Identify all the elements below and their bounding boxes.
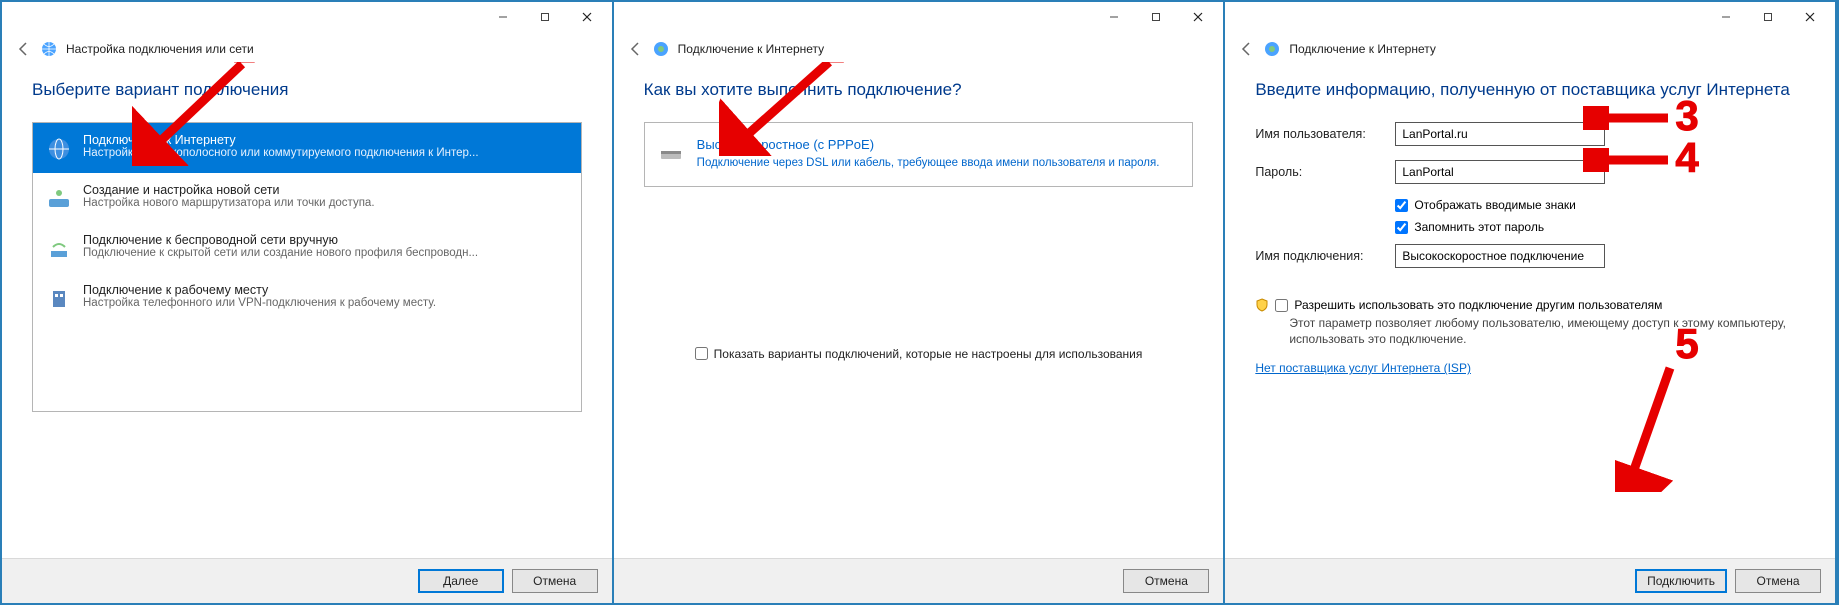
router-icon	[45, 185, 73, 213]
annotation-arrow-5	[1615, 362, 1685, 492]
option-desc: Настройка широкополосного или коммутируе…	[83, 147, 569, 159]
internet-icon	[652, 40, 670, 58]
password-input[interactable]	[1395, 160, 1605, 184]
wizard-footer: Подключить Отмена	[1225, 558, 1835, 603]
option-new-network[interactable]: Создание и настройка новой сети Настройк…	[33, 173, 581, 223]
minimize-button[interactable]	[482, 4, 524, 30]
option-workplace[interactable]: Подключение к рабочему месту Настройка т…	[33, 273, 581, 323]
building-icon	[45, 285, 73, 313]
window-network-setup: Настройка подключения или сети Выберите …	[2, 2, 614, 603]
window-connect-internet: Подключение к Интернету Как вы хотите вы…	[614, 2, 1226, 603]
close-button[interactable]	[1177, 4, 1219, 30]
option-desc: Настройка телефонного или VPN-подключени…	[83, 297, 569, 309]
connection-options-list: Подключение к Интернету Настройка широко…	[32, 122, 582, 412]
annotation-number-2: 2	[822, 62, 845, 72]
maximize-button[interactable]	[1135, 4, 1177, 30]
option-title: Подключение к беспроводной сети вручную	[83, 233, 569, 247]
allow-others-label: Разрешить использовать это подключение д…	[1294, 298, 1662, 312]
titlebar	[614, 2, 1224, 32]
allow-others-desc: Этот параметр позволяет любому пользоват…	[1289, 315, 1805, 347]
wizard-title: Подключение к Интернету	[1289, 42, 1436, 56]
close-button[interactable]	[566, 4, 608, 30]
show-chars-checkbox[interactable]	[1395, 199, 1408, 212]
wizard-header: Подключение к Интернету	[1225, 32, 1835, 62]
maximize-button[interactable]	[524, 4, 566, 30]
page-heading: Выберите вариант подключения	[32, 80, 582, 100]
allow-others-checkbox[interactable]	[1275, 299, 1288, 312]
option-pppoe[interactable]: Высокоскоростное (с PPPoE) Подключение ч…	[644, 122, 1194, 187]
pppoe-desc: Подключение через DSL или кабель, требую…	[697, 156, 1160, 172]
pppoe-title: Высокоскоростное (с PPPoE)	[697, 137, 1160, 152]
window-isp-credentials: Подключение к Интернету Введите информац…	[1225, 2, 1837, 603]
wizard-title: Настройка подключения или сети	[66, 42, 254, 56]
no-isp-link[interactable]: Нет поставщика услуг Интернета (ISP)	[1255, 361, 1471, 375]
option-title: Подключение к Интернету	[83, 133, 569, 147]
modem-icon	[657, 139, 685, 167]
wifi-icon	[45, 235, 73, 263]
connection-name-label: Имя подключения:	[1255, 249, 1395, 263]
connect-button[interactable]: Подключить	[1635, 569, 1727, 593]
remember-password-checkbox[interactable]	[1395, 221, 1408, 234]
wizard-footer: Отмена	[614, 558, 1224, 603]
page-heading: Введите информацию, полученную от постав…	[1255, 80, 1805, 100]
remember-password-label: Запомнить этот пароль	[1414, 220, 1544, 234]
wizard-header: Настройка подключения или сети	[2, 32, 612, 62]
cancel-button[interactable]: Отмена	[1123, 569, 1209, 593]
wizard-footer: Далее Отмена	[2, 558, 612, 603]
option-title: Подключение к рабочему месту	[83, 283, 569, 297]
option-title: Создание и настройка новой сети	[83, 183, 569, 197]
option-desc: Настройка нового маршрутизатора или точк…	[83, 197, 569, 209]
back-icon[interactable]	[1239, 41, 1255, 57]
show-unconfigured-label: Показать варианты подключений, которые н…	[714, 347, 1143, 361]
username-label: Имя пользователя:	[1255, 127, 1395, 141]
globe-icon	[45, 135, 73, 163]
option-wireless-manual[interactable]: Подключение к беспроводной сети вручную …	[33, 223, 581, 273]
maximize-button[interactable]	[1747, 4, 1789, 30]
minimize-button[interactable]	[1705, 4, 1747, 30]
username-input[interactable]	[1395, 122, 1605, 146]
minimize-button[interactable]	[1093, 4, 1135, 30]
show-unconfigured-checkbox[interactable]	[695, 347, 708, 360]
cancel-button[interactable]: Отмена	[1735, 569, 1821, 593]
option-desc: Подключение к скрытой сети или создание …	[83, 247, 569, 259]
internet-icon	[1263, 40, 1281, 58]
connection-name-input[interactable]	[1395, 244, 1605, 268]
back-icon[interactable]	[628, 41, 644, 57]
titlebar	[2, 2, 612, 32]
wizard-header: Подключение к Интернету	[614, 32, 1224, 62]
wizard-title: Подключение к Интернету	[678, 42, 825, 56]
titlebar	[1225, 2, 1835, 32]
show-chars-label: Отображать вводимые знаки	[1414, 198, 1575, 212]
close-button[interactable]	[1789, 4, 1831, 30]
back-icon[interactable]	[16, 41, 32, 57]
password-label: Пароль:	[1255, 165, 1395, 179]
cancel-button[interactable]: Отмена	[512, 569, 598, 593]
page-heading: Как вы хотите выполнить подключение?	[644, 80, 1194, 100]
next-button[interactable]: Далее	[418, 569, 504, 593]
option-internet-connection[interactable]: Подключение к Интернету Настройка широко…	[33, 123, 581, 173]
annotation-number-1: 1	[232, 62, 255, 72]
shield-icon	[1255, 298, 1269, 312]
network-icon	[40, 40, 58, 58]
